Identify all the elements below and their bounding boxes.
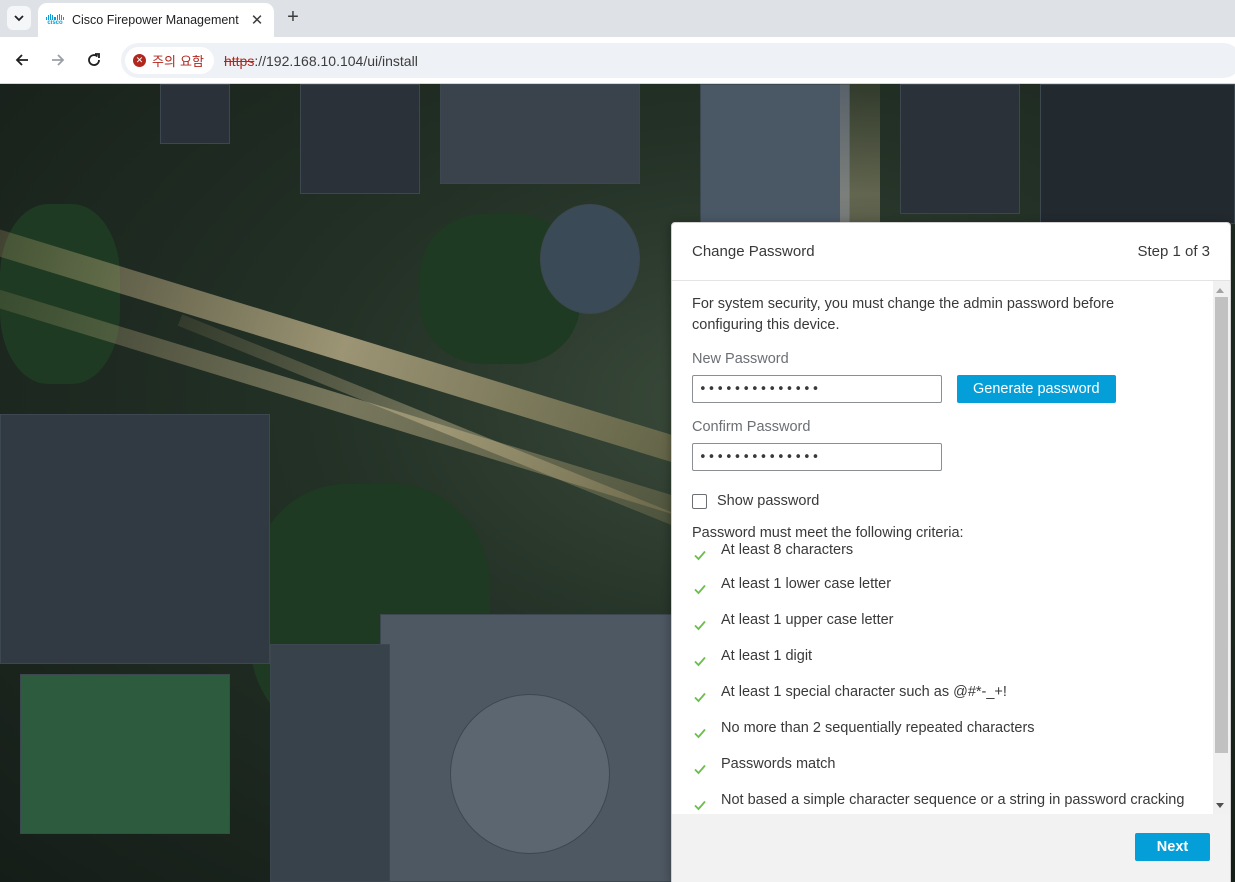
forward-arrow-icon <box>52 54 65 66</box>
change-password-dialog: Change Password Step 1 of 3 For system s… <box>671 222 1231 882</box>
criteria-text: At least 1 upper case letter <box>721 612 894 628</box>
criteria-item: At least 1 upper case letter <box>692 611 1192 647</box>
address-bar[interactable]: ✕ 주의 요함 https://192.168.10.104/ui/instal… <box>121 43 1235 78</box>
intro-text: For system security, you must change the… <box>692 296 1115 333</box>
browser-tab-strip: cisco Cisco Firepower Management ✕ + <box>0 0 1235 37</box>
criteria-text: Not based a simple character sequence or… <box>721 792 1185 808</box>
checkmark-icon <box>694 728 706 739</box>
show-password-label[interactable]: Show password <box>717 493 819 509</box>
cisco-logo-icon: cisco <box>45 11 65 29</box>
criteria-item: At least 8 characters <box>692 541 1192 575</box>
confirm-password-input[interactable]: •••••••••••••• <box>692 443 942 471</box>
show-password-checkbox[interactable] <box>692 493 707 509</box>
scroll-down-arrow-icon[interactable] <box>1216 803 1224 808</box>
browser-tab[interactable]: cisco Cisco Firepower Management ✕ <box>38 3 274 37</box>
criteria-item: No more than 2 sequentially repeated cha… <box>692 719 1192 755</box>
new-password-label: New Password <box>692 351 789 367</box>
step-indicator: Step 1 of 3 <box>1137 243 1210 260</box>
criteria-title: Password must meet the following criteri… <box>692 525 964 541</box>
new-tab-button[interactable]: + <box>283 6 303 28</box>
criteria-item: At least 1 special character such as @#*… <box>692 683 1192 719</box>
confirm-password-label: Confirm Password <box>692 419 811 435</box>
checkmark-icon <box>694 620 706 631</box>
criteria-text: Passwords match <box>721 756 836 772</box>
dialog-body[interactable]: For system security, you must change the… <box>672 281 1212 814</box>
checkmark-icon <box>694 550 706 561</box>
criteria-item: Passwords match <box>692 755 1192 791</box>
close-icon[interactable]: ✕ <box>248 11 266 29</box>
reload-button[interactable] <box>83 49 105 71</box>
generate-password-button[interactable]: Generate password <box>957 375 1116 403</box>
back-button[interactable] <box>11 49 33 71</box>
criteria-text: At least 1 special character such as @#*… <box>721 684 1007 700</box>
criteria-item: At least 1 lower case letter <box>692 575 1192 611</box>
checkmark-icon <box>694 692 706 703</box>
tab-search-button[interactable] <box>7 6 31 30</box>
criteria-text: No more than 2 sequentially repeated cha… <box>721 720 1035 736</box>
checkmark-icon <box>694 584 706 595</box>
criteria-list: At least 8 characters At least 1 lower ca… <box>692 541 1192 814</box>
forward-button[interactable] <box>47 49 69 71</box>
url-text: https://192.168.10.104/ui/install <box>224 53 418 69</box>
favicon-word: cisco <box>47 19 63 26</box>
url-path: ://192.168.10.104/ui/install <box>254 52 418 69</box>
criteria-item: At least 1 digit <box>692 647 1192 683</box>
show-password-row[interactable]: Show password <box>692 493 1192 509</box>
checkmark-icon <box>694 800 706 811</box>
checkmark-icon <box>694 656 706 667</box>
tab-title: Cisco Firepower Management <box>72 13 239 27</box>
next-button[interactable]: Next <box>1135 833 1210 861</box>
security-warning-chip[interactable]: ✕ 주의 요함 <box>125 47 214 74</box>
criteria-text: At least 1 digit <box>721 648 813 664</box>
criteria-item: Not based a simple character sequence or… <box>692 791 1192 814</box>
dialog-header: Change Password Step 1 of 3 <box>672 223 1230 281</box>
back-arrow-icon <box>15 54 28 66</box>
dialog-footer: Next <box>672 814 1230 882</box>
new-password-input[interactable]: •••••••••••••• <box>692 375 942 403</box>
dialog-scrollbar[interactable] <box>1213 281 1230 814</box>
security-warning-label: 주의 요함 <box>152 55 204 70</box>
url-scheme: https <box>223 52 255 69</box>
checkmark-icon <box>694 764 706 775</box>
scrollbar-thumb[interactable] <box>1215 297 1228 753</box>
scroll-up-arrow-icon[interactable] <box>1216 288 1224 293</box>
criteria-text: At least 8 characters <box>721 542 854 558</box>
warning-icon: ✕ <box>133 54 146 67</box>
criteria-text: At least 1 lower case letter <box>721 576 892 592</box>
dialog-title: Change Password <box>692 243 815 260</box>
browser-toolbar: ✕ 주의 요함 https://192.168.10.104/ui/instal… <box>0 37 1235 84</box>
reload-icon <box>88 53 100 66</box>
chevron-down-icon <box>14 15 24 22</box>
